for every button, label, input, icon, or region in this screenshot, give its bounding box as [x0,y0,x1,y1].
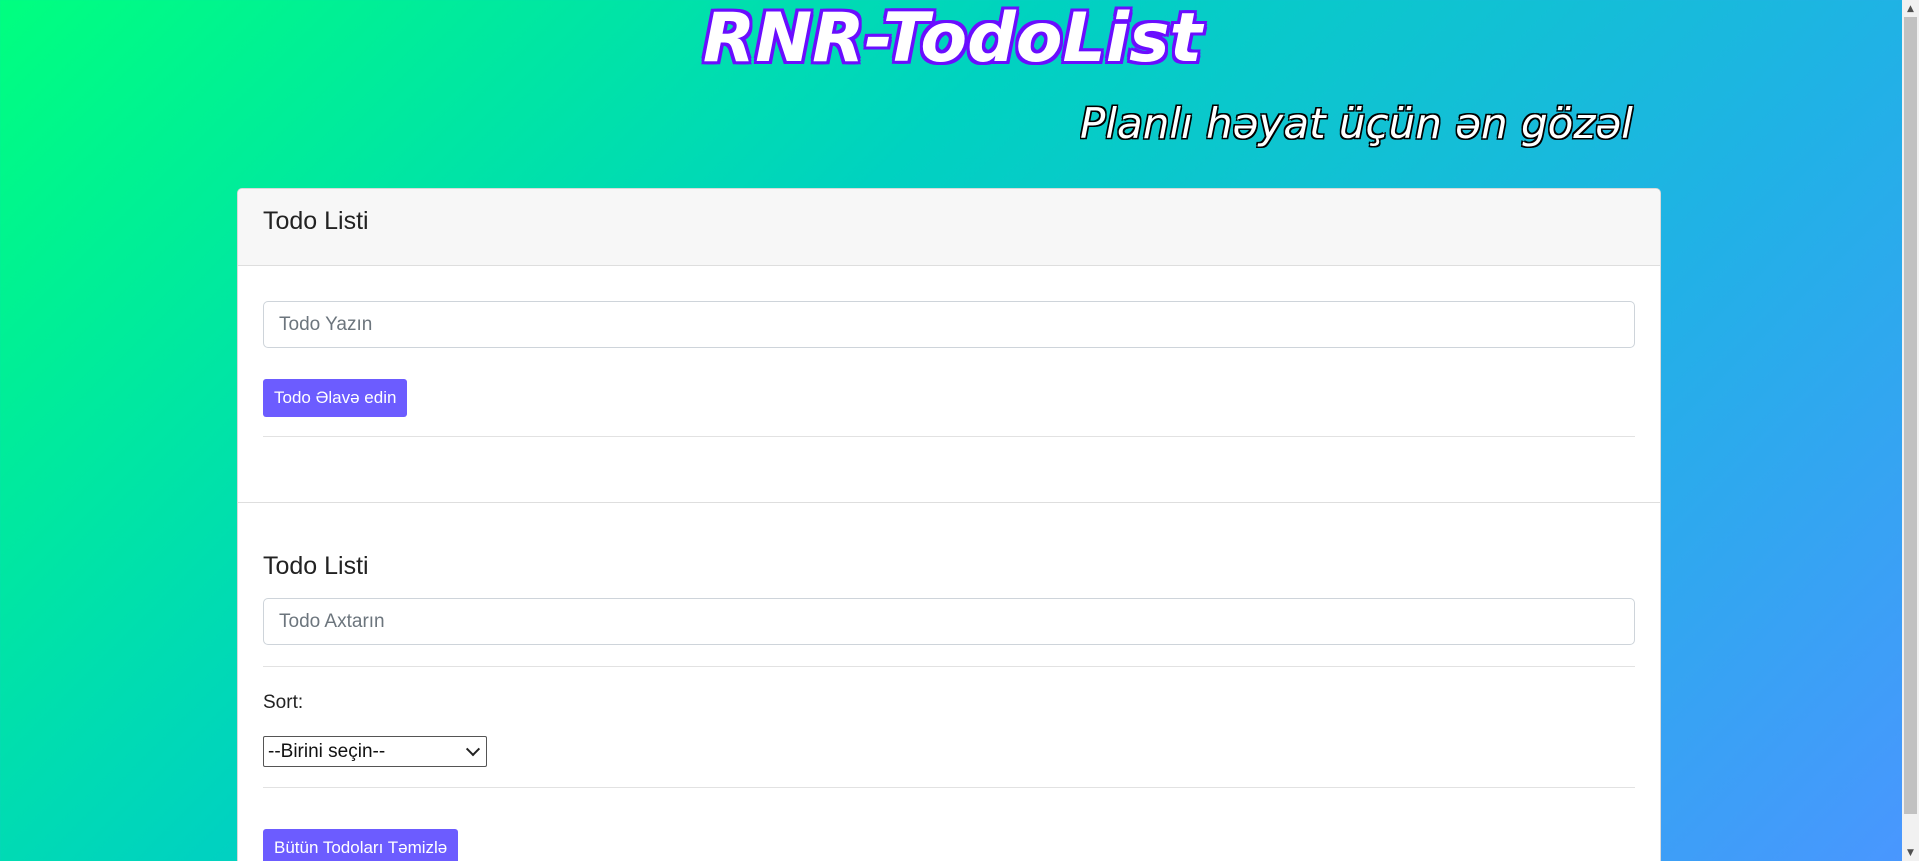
tagline-marquee: Planlı həyat üçün ən gözəl b [1080,96,1642,156]
tagline-text: Planlı həyat üçün ən gözəl b [1080,99,1642,148]
section-divider [238,502,1660,503]
divider [263,436,1635,437]
scrollbar-thumb[interactable] [1904,17,1917,814]
clear-all-todos-button[interactable]: Bütün Todoları Təmizlə [263,829,459,861]
chevron-down-icon [465,741,481,756]
divider [263,666,1635,667]
add-todo-button[interactable]: Todo Əlavə edin [263,379,408,417]
search-input[interactable] [263,598,1635,645]
sort-select[interactable]: --Birini seçin-- [263,736,487,767]
app-title: RNR-TodoList [702,0,1203,78]
sort-label: Sort: [263,692,304,713]
sort-select-value: --Birini seçin-- [268,740,386,762]
divider [263,787,1635,788]
list-section-title: Todo Listi [263,552,369,580]
scroll-down-arrow-icon[interactable]: ▼ [1902,844,1919,861]
scroll-up-arrow-icon[interactable]: ▲ [1902,0,1919,17]
todo-input[interactable] [263,301,1635,348]
card-header-title: Todo Listi [263,207,369,235]
card-header: Todo Listi [238,189,1660,266]
todo-card: Todo Listi Todo Əlavə edin Todo Listi So… [237,188,1661,861]
page-scrollbar[interactable]: ▲ ▼ [1902,0,1919,861]
